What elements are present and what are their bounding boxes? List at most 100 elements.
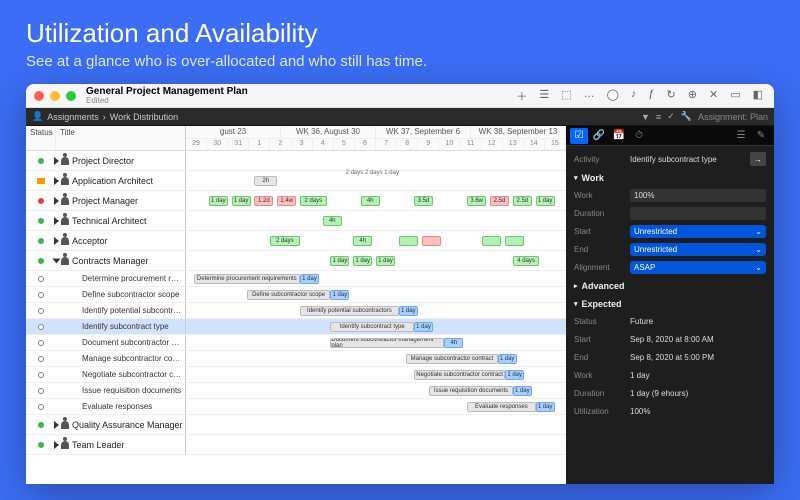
allocation-bar[interactable]: 1 day	[330, 256, 349, 266]
tab-info-icon[interactable]: ☑	[570, 128, 588, 144]
task-bar[interactable]: Document subcontractor management plan	[330, 338, 444, 348]
zoom-icon[interactable]	[66, 91, 76, 101]
tab-timer-icon[interactable]: ⏱	[630, 128, 648, 144]
crumb-1[interactable]: Assignments	[47, 112, 99, 122]
tab-edit-icon[interactable]: ✎	[752, 128, 770, 144]
resource-row[interactable]: Project Manager1 day1 day1.2d1.4w2 days4…	[26, 191, 566, 211]
allocation-bar[interactable]: 4h	[323, 216, 342, 226]
allocation-bar[interactable]: 3.5d	[414, 196, 433, 206]
task-row[interactable]: Determine procurement requirementsDeterm…	[26, 271, 566, 287]
minimize-icon[interactable]	[50, 91, 60, 101]
tab-cal-icon[interactable]: 📅	[610, 128, 628, 144]
toolbar-button[interactable]: ▭	[727, 88, 743, 104]
end-select[interactable]: Unrestricted⌄	[630, 243, 766, 256]
section-advanced[interactable]: Advanced	[574, 278, 766, 294]
person-icon	[61, 217, 69, 225]
task-row[interactable]: Document subcontractor management planDo…	[26, 335, 566, 351]
task-row[interactable]: Issue requisition documentsIssue requisi…	[26, 383, 566, 399]
toolbar-button[interactable]: ☰	[536, 88, 552, 104]
task-row[interactable]: Define subcontractor scopeDefine subcont…	[26, 287, 566, 303]
expand-icon[interactable]	[53, 258, 61, 263]
allocation-bar[interactable]: 1 day	[232, 196, 251, 206]
allocation-bar[interactable]: 1.2d	[254, 196, 273, 206]
allocation-bar[interactable]	[422, 236, 441, 246]
start-select[interactable]: Unrestricted⌄	[630, 225, 766, 238]
resource-row[interactable]: Contracts Manager1 day1 day1 day4 days	[26, 251, 566, 271]
allocation-bar[interactable]	[482, 236, 501, 246]
tab-list-icon[interactable]: ☰	[732, 128, 750, 144]
task-row[interactable]: Manage subcontractor contractManage subc…	[26, 351, 566, 367]
allocation-bar[interactable]	[399, 236, 418, 246]
task-bar[interactable]: Issue requisition documents	[429, 386, 513, 396]
crumb-2[interactable]: Work Distribution	[110, 112, 178, 122]
person-icon	[61, 421, 69, 429]
toolbar-button[interactable]: ⬚	[558, 88, 574, 104]
wrench-icon[interactable]: 🔧	[681, 111, 692, 122]
allocation-bar[interactable]: 3.6w	[467, 196, 486, 206]
task-row[interactable]: Identify potential subcontractorsIdentif…	[26, 303, 566, 319]
allocation-bar[interactable]: 2.5d	[490, 196, 509, 206]
task-bar[interactable]: Evaluate responses	[467, 402, 535, 412]
resource-row[interactable]: Acceptor2 days4h	[26, 231, 566, 251]
expand-icon[interactable]	[54, 237, 59, 245]
section-work[interactable]: Work	[574, 170, 766, 186]
resource-row[interactable]: Technical Architect4h	[26, 211, 566, 231]
task-bar[interactable]: Negotiate subcontractor contract	[414, 370, 505, 380]
toolbar-button[interactable]: ♪	[628, 88, 640, 104]
toolbar-button[interactable]: …	[581, 88, 598, 104]
status-dot	[37, 178, 45, 184]
resource-row[interactable]: Team Leader	[26, 435, 566, 455]
allocation-bar[interactable]: 2 days	[300, 196, 327, 206]
resource-row[interactable]: Project Director	[26, 151, 566, 171]
expand-icon[interactable]	[54, 177, 59, 185]
col-status[interactable]: Status	[26, 126, 56, 150]
expand-icon[interactable]	[54, 421, 59, 429]
tab-link-icon[interactable]: 🔗	[590, 128, 608, 144]
allocation-bar[interactable]: 1.4w	[277, 196, 296, 206]
allocation-bar[interactable]: 2h	[254, 176, 277, 186]
toolbar-button[interactable]: ✕	[706, 88, 721, 104]
allocation-bar[interactable]: 1 day	[353, 256, 372, 266]
toolbar-button[interactable]: ⊕	[685, 88, 700, 104]
resource-row[interactable]: Quality Assurance Manager	[26, 415, 566, 435]
work-input[interactable]	[630, 189, 766, 202]
tools-icon[interactable]: ≡	[656, 112, 661, 122]
task-row[interactable]: Identify subcontract typeIdentify subcon…	[26, 319, 566, 335]
toolbar-button[interactable]: ◯	[604, 88, 622, 104]
allocation-bar[interactable]: 4h	[361, 196, 380, 206]
task-bar[interactable]: Define subcontractor scope	[247, 290, 331, 300]
filter-icon[interactable]: ▼	[641, 112, 650, 122]
task-bar[interactable]: Determine procurement requirements	[194, 274, 300, 284]
resource-row[interactable]: Application Architect2h2 days 2 days 1 d…	[26, 171, 566, 191]
section-expected[interactable]: Expected	[574, 296, 766, 312]
expand-icon[interactable]	[54, 441, 59, 449]
allocation-bar[interactable]: 1 day	[209, 196, 228, 206]
toolbar-button[interactable]: ↻	[664, 88, 679, 104]
task-bar[interactable]: Manage subcontractor contract	[406, 354, 497, 364]
duration-input[interactable]	[630, 207, 766, 220]
expand-icon[interactable]	[54, 157, 59, 165]
brush-icon[interactable]: ✓	[667, 111, 675, 122]
expand-icon[interactable]	[54, 197, 59, 205]
task-row[interactable]: Evaluate responsesEvaluate responses1 da…	[26, 399, 566, 415]
app-window: General Project Management Plan Edited ＋…	[26, 84, 774, 484]
col-title[interactable]: Title	[56, 126, 79, 150]
toolbar-button[interactable]: ◧	[750, 88, 766, 104]
close-icon[interactable]	[34, 91, 44, 101]
task-bar[interactable]: Identify subcontract type	[330, 322, 414, 332]
allocation-bar[interactable]	[505, 236, 524, 246]
allocation-bar[interactable]: 2.5d	[513, 196, 532, 206]
day-header: 3	[292, 139, 313, 150]
task-row[interactable]: Negotiate subcontractor contractNegotiat…	[26, 367, 566, 383]
allocation-bar[interactable]: 1 day	[376, 256, 395, 266]
allocation-bar[interactable]: 4h	[353, 236, 372, 246]
allocation-bar[interactable]: 1 day	[536, 196, 555, 206]
expand-icon[interactable]	[54, 217, 59, 225]
toolbar-button[interactable]: ƒ	[645, 88, 657, 104]
toolbar-button[interactable]: ＋	[513, 88, 530, 104]
allocation-bar[interactable]: 4 days	[513, 256, 540, 266]
alignment-select[interactable]: ASAP⌄	[630, 261, 766, 274]
goto-button[interactable]: →	[750, 152, 766, 166]
task-bar[interactable]: Identify potential subcontractors	[300, 306, 399, 316]
allocation-bar[interactable]: 2 days	[270, 236, 300, 246]
